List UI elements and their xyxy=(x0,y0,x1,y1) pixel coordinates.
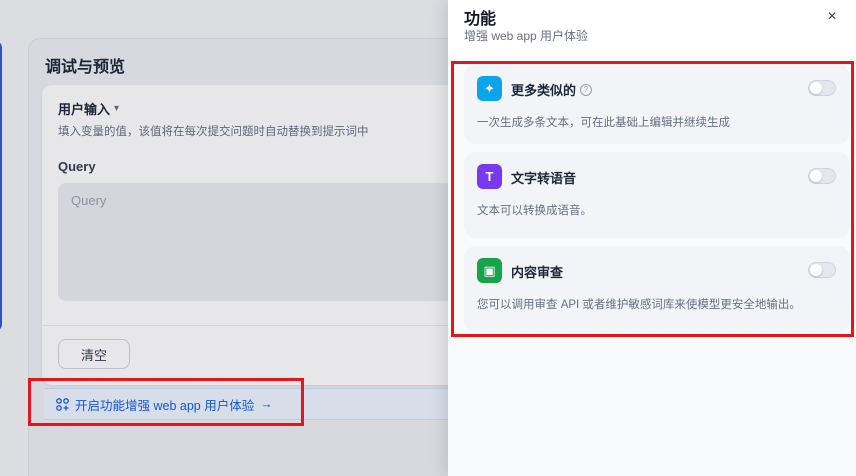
feature-description: 您可以调用审查 API 或者维护敏感词库来使模型更安全地输出。 xyxy=(477,299,801,311)
drawer-header: 功能 增强 web app 用户体验 × xyxy=(448,0,856,58)
feature-card-more-like-this: ✦ 更多类似的 ? 一次生成多条文本，可在此基础上编辑并继续生成 xyxy=(464,64,850,144)
drawer-subtitle: 增强 web app 用户体验 xyxy=(464,29,589,43)
feature-toggle-more-like-this[interactable] xyxy=(808,80,836,96)
feature-description: 一次生成多条文本，可在此基础上编辑并继续生成 xyxy=(477,117,730,129)
close-icon[interactable]: × xyxy=(822,7,842,27)
feature-toggle-text-to-speech[interactable] xyxy=(808,168,836,184)
sparkle-icon: ✦ xyxy=(477,76,502,101)
help-icon[interactable]: ? xyxy=(580,83,593,96)
modal-overlay[interactable] xyxy=(0,0,448,476)
feature-title: 更多类似的 ? xyxy=(511,80,593,99)
feature-description: 文本可以转换成语音。 xyxy=(477,205,592,217)
feature-title: 文字转语音 xyxy=(511,168,576,187)
feature-toggle-moderation[interactable] xyxy=(808,262,836,278)
feature-name: 文字转语音 xyxy=(511,171,577,186)
shield-check-icon: ▣ xyxy=(477,258,502,283)
feature-name: 内容审查 xyxy=(511,265,564,280)
drawer-title: 功能 xyxy=(464,11,497,28)
text-to-speech-icon: T xyxy=(477,164,502,189)
feature-name: 更多类似的 xyxy=(511,83,577,98)
drawer-body: ✦ 更多类似的 ? 一次生成多条文本，可在此基础上编辑并继续生成 T 文字转语音… xyxy=(448,58,856,476)
feature-card-moderation: ▣ 内容审查 您可以调用审查 API 或者维护敏感词库来使模型更安全地输出。 xyxy=(464,246,850,332)
features-drawer: 功能 增强 web app 用户体验 × ✦ 更多类似的 ? 一次生成多条文本，… xyxy=(448,0,856,476)
feature-title: 内容审查 xyxy=(511,262,563,281)
feature-card-text-to-speech: T 文字转语音 文本可以转换成语音。 xyxy=(464,152,850,238)
